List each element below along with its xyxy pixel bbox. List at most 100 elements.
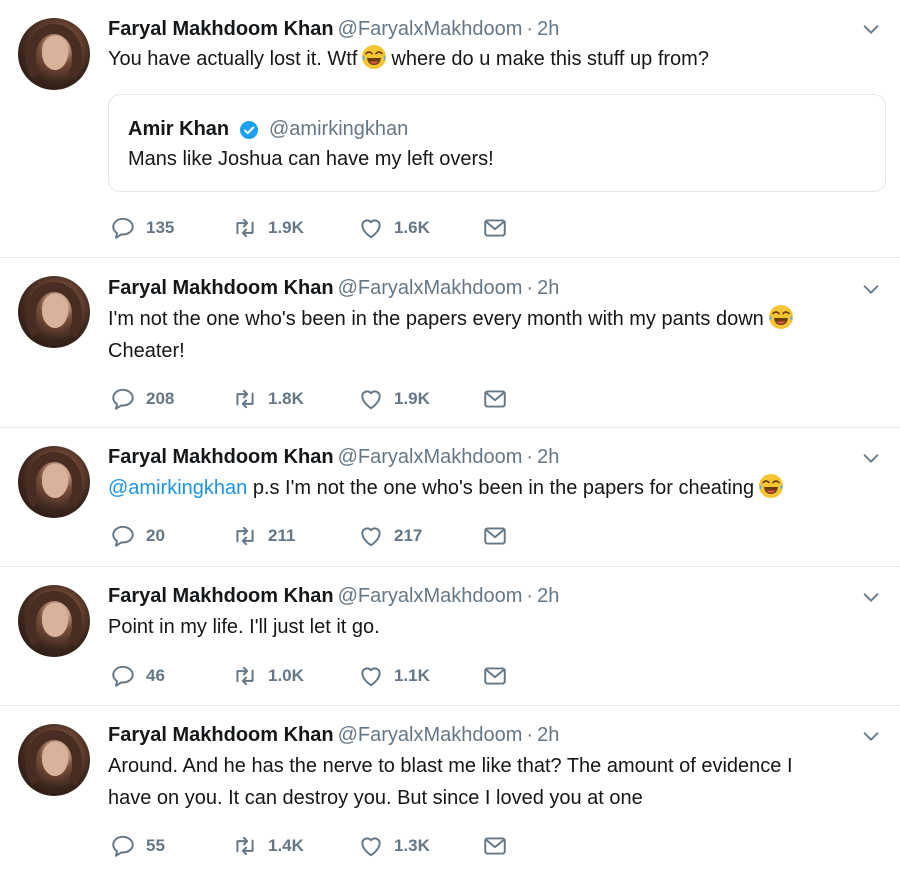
tweet-header: Faryal Makhdoom Khan @FaryalxMakhdoom · 2h: [108, 276, 559, 300]
chevron-down-icon[interactable]: [860, 18, 882, 40]
tweet-text: Point in my life. I'll just let it go.: [108, 611, 868, 643]
tweet-text: I'm not the one who's been in the papers…: [108, 303, 868, 367]
direct-message-button[interactable]: [482, 386, 518, 412]
tweet-text: You have actually lost it. Wtf where do u…: [108, 43, 868, 75]
like-button[interactable]: 1.9K: [358, 386, 430, 412]
direct-message-button[interactable]: [482, 663, 518, 689]
chevron-down-icon[interactable]: [860, 278, 882, 300]
heart-icon: [358, 215, 384, 241]
envelope-icon: [482, 215, 508, 241]
tears-of-joy-emoji: [768, 304, 794, 330]
retweet-button[interactable]: 1.9K: [232, 215, 304, 241]
reply-button[interactable]: 46: [110, 663, 165, 689]
author-handle[interactable]: @FaryalxMakhdoom: [338, 585, 523, 607]
timestamp[interactable]: 2h: [537, 446, 559, 468]
timestamp[interactable]: 2h: [537, 585, 559, 607]
tweet-text-part: You have actually lost it. Wtf: [108, 48, 358, 70]
avatar[interactable]: [18, 18, 90, 90]
reply-button[interactable]: 208: [110, 386, 174, 412]
timestamp[interactable]: 2h: [537, 277, 559, 299]
like-count: 1.1K: [394, 666, 430, 685]
author-name[interactable]: Faryal Makhdoom Khan: [108, 18, 334, 40]
tweet-header: Faryal Makhdoom Khan @FaryalxMakhdoom · 2h: [108, 445, 559, 469]
tweet-text: @amirkingkhan p.s I'm not the one who's …: [108, 472, 868, 504]
retweet-icon: [232, 386, 258, 412]
like-count: 217: [394, 526, 423, 545]
retweet-count: 1.4K: [268, 836, 304, 855]
quoted-tweet[interactable]: Amir Khan @amirkingkhan Mans like Joshua…: [108, 94, 886, 192]
retweet-button[interactable]: 1.4K: [232, 833, 304, 859]
quoted-tweet-text: Mans like Joshua can have my left overs!: [128, 148, 494, 170]
tweet-feed: Faryal Makhdoom Khan @FaryalxMakhdoom · 2h …: [0, 0, 900, 872]
like-button[interactable]: 217: [358, 523, 422, 549]
reply-count: 46: [146, 666, 165, 685]
reply-count: 55: [146, 836, 165, 855]
verified-badge-icon: [239, 120, 259, 140]
heart-icon: [358, 523, 384, 549]
quoted-author-handle: @amirkingkhan: [269, 118, 409, 140]
author-handle[interactable]: @FaryalxMakhdoom: [338, 724, 523, 746]
reply-icon: [110, 663, 136, 689]
author-name[interactable]: Faryal Makhdoom Khan: [108, 277, 334, 299]
tweet-header: Faryal Makhdoom Khan @FaryalxMakhdoom · 2h: [108, 17, 559, 41]
retweet-button[interactable]: 1.8K: [232, 386, 304, 412]
retweet-icon: [232, 523, 258, 549]
author-name[interactable]: Faryal Makhdoom Khan: [108, 724, 334, 746]
tweet-text-part: Cheater!: [108, 340, 185, 362]
envelope-icon: [482, 663, 508, 689]
author-handle[interactable]: @FaryalxMakhdoom: [338, 446, 523, 468]
like-button[interactable]: 1.6K: [358, 215, 430, 241]
tweet[interactable]: Faryal Makhdoom Khan @FaryalxMakhdoom · 2h …: [0, 428, 900, 567]
reply-button[interactable]: 135: [110, 215, 174, 241]
tweet[interactable]: Faryal Makhdoom Khan @FaryalxMakhdoom · 2h …: [0, 567, 900, 706]
retweet-button[interactable]: 211: [232, 523, 295, 549]
heart-icon: [358, 386, 384, 412]
avatar[interactable]: [18, 276, 90, 348]
author-name[interactable]: Faryal Makhdoom Khan: [108, 446, 334, 468]
like-count: 1.9K: [394, 389, 430, 408]
reply-count: 135: [146, 218, 175, 237]
tweet[interactable]: Faryal Makhdoom Khan @FaryalxMakhdoom · 2h …: [0, 706, 900, 872]
retweet-count: 1.8K: [268, 389, 304, 408]
retweet-count: 1.9K: [268, 218, 304, 237]
direct-message-button[interactable]: [482, 523, 518, 549]
reply-count: 20: [146, 526, 165, 545]
tweet-text-part: Point in my life. I'll just let it go.: [108, 616, 380, 638]
chevron-down-icon[interactable]: [860, 586, 882, 608]
direct-message-button[interactable]: [482, 215, 518, 241]
tweet-text-part: p.s I'm not the one who's been in the pa…: [252, 477, 755, 499]
reply-icon: [110, 215, 136, 241]
tweet-header: Faryal Makhdoom Khan @FaryalxMakhdoom · 2h: [108, 584, 559, 608]
tweet[interactable]: Faryal Makhdoom Khan @FaryalxMakhdoom · 2h …: [0, 258, 900, 428]
separator: ·: [526, 277, 534, 299]
heart-icon: [358, 833, 384, 859]
tweet[interactable]: Faryal Makhdoom Khan @FaryalxMakhdoom · 2h …: [0, 0, 900, 258]
avatar[interactable]: [18, 585, 90, 657]
reply-button[interactable]: 20: [110, 523, 165, 549]
avatar[interactable]: [18, 724, 90, 796]
timestamp[interactable]: 2h: [537, 724, 559, 746]
author-name[interactable]: Faryal Makhdoom Khan: [108, 585, 334, 607]
mention-link[interactable]: @amirkingkhan: [108, 477, 247, 499]
reply-count: 208: [146, 389, 175, 408]
chevron-down-icon[interactable]: [860, 725, 882, 747]
tweet-text-part: Around. And he has the nerve to blast me…: [108, 755, 793, 777]
avatar[interactable]: [18, 446, 90, 518]
retweet-count: 1.0K: [268, 666, 304, 685]
like-button[interactable]: 1.1K: [358, 663, 430, 689]
direct-message-button[interactable]: [482, 833, 518, 859]
heart-icon: [358, 663, 384, 689]
author-handle[interactable]: @FaryalxMakhdoom: [338, 277, 523, 299]
chevron-down-icon[interactable]: [860, 447, 882, 469]
reply-button[interactable]: 55: [110, 833, 165, 859]
reply-icon: [110, 386, 136, 412]
separator: ·: [526, 446, 534, 468]
tweet-header: Faryal Makhdoom Khan @FaryalxMakhdoom · 2h: [108, 723, 559, 747]
retweet-count: 211: [268, 526, 296, 545]
retweet-icon: [232, 833, 258, 859]
timestamp[interactable]: 2h: [537, 18, 559, 40]
separator: ·: [526, 18, 534, 40]
retweet-button[interactable]: 1.0K: [232, 663, 304, 689]
like-button[interactable]: 1.3K: [358, 833, 430, 859]
author-handle[interactable]: @FaryalxMakhdoom: [338, 18, 523, 40]
